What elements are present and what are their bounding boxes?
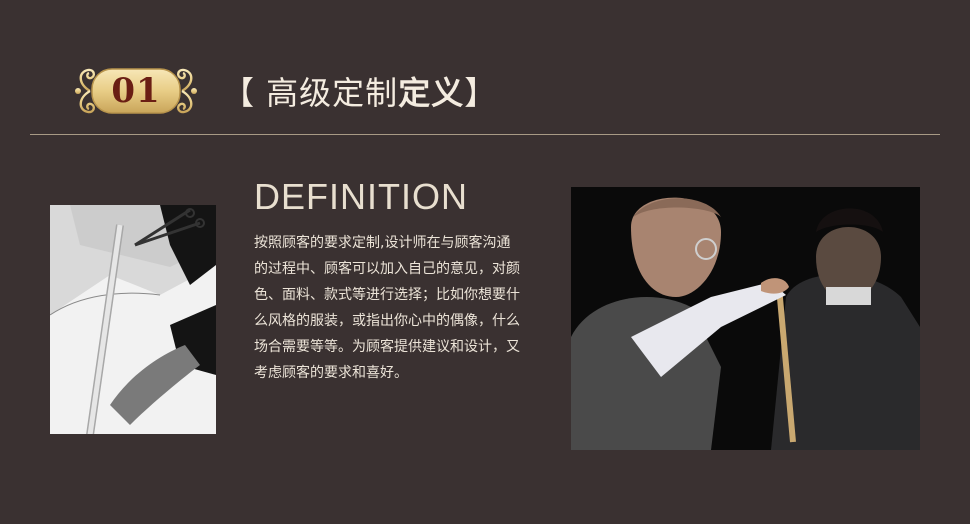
tailor-cutting-photo	[50, 205, 216, 434]
title-close: 】	[464, 74, 498, 112]
paragraph-line: 考虑顾客的要求和喜好。	[254, 365, 408, 381]
page-title: 【 高级定制 定义 】	[222, 66, 497, 116]
title-bold: 定义	[398, 74, 465, 112]
paragraph-line: 场合需要等等。为顾客提供建议和设计，又	[254, 339, 520, 355]
paragraph-line: 色、面料、款式等进行选择；比如你想要什	[254, 287, 520, 303]
title-regular: 【 高级定制	[222, 74, 399, 112]
tailor-cutting-illustration-icon	[50, 205, 216, 434]
tailor-measuring-illustration-icon	[571, 187, 920, 450]
paragraph-line: 么风格的服装，或指出你心中的偶像，什么	[254, 313, 520, 329]
paragraph-line: 按照顾客的要求定制,设计师在与顾客沟通	[254, 235, 511, 251]
tailor-measuring-photo	[571, 187, 920, 450]
definition-paragraph: 按照顾客的要求定制,设计师在与顾客沟通 的过程中、顾客可以加入自己的意见，对颜 …	[254, 230, 554, 386]
section-number-badge: 01	[72, 62, 200, 120]
paragraph-line: 的过程中、顾客可以加入自己的意见，对颜	[254, 261, 520, 277]
divider-line	[30, 134, 940, 135]
section-number: 01	[111, 71, 161, 111]
definition-heading: DEFINITION	[254, 176, 468, 217]
